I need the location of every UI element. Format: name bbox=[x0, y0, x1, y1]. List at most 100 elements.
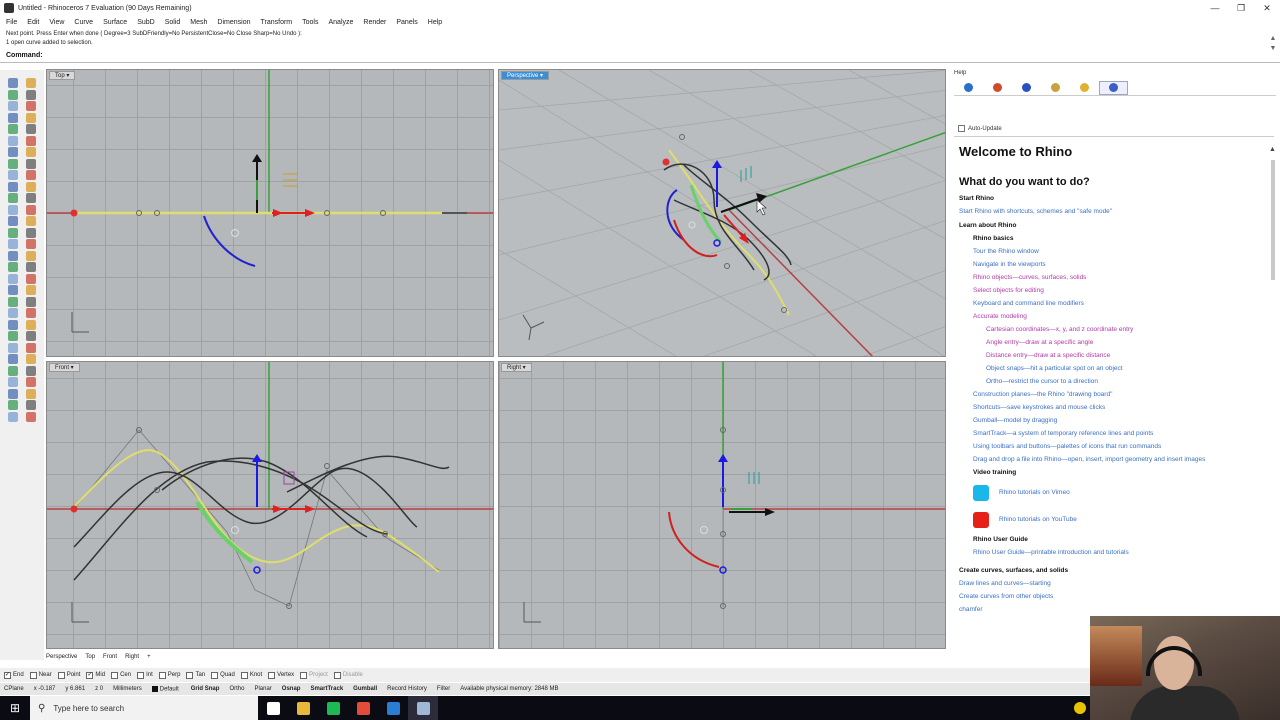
menu-item-render[interactable]: Render bbox=[363, 19, 386, 26]
menu-item-surface[interactable]: Surface bbox=[103, 19, 127, 26]
tray-notification-icon[interactable] bbox=[1074, 702, 1086, 714]
curve-start-point[interactable] bbox=[70, 209, 78, 217]
osnap-int[interactable]: Int bbox=[137, 671, 153, 679]
viewport-right[interactable]: Right ▾ bbox=[498, 361, 946, 649]
menu-item-dimension[interactable]: Dimension bbox=[217, 19, 250, 26]
tool-button[interactable] bbox=[26, 101, 36, 111]
menu-item-analyze[interactable]: Analyze bbox=[328, 19, 353, 26]
video-link[interactable]: Rhino tutorials on Vimeo bbox=[959, 479, 1269, 506]
help-link[interactable]: Create curves from other objects bbox=[959, 590, 1269, 603]
status-pane-available-physical-memory-2848-mb[interactable]: Available physical memory: 2848 MB bbox=[458, 686, 560, 692]
help-link[interactable]: Rhino objects—curves, surfaces, solids bbox=[959, 271, 1269, 284]
panel-tab[interactable] bbox=[1099, 80, 1128, 95]
menu-item-file[interactable]: File bbox=[6, 19, 17, 26]
osnap-checkbox[interactable] bbox=[333, 671, 341, 679]
tool-button[interactable] bbox=[8, 319, 18, 330]
tool-button[interactable] bbox=[26, 319, 36, 330]
tool-button[interactable] bbox=[26, 78, 36, 88]
control-point-selected[interactable] bbox=[253, 566, 261, 574]
panel-tab[interactable] bbox=[1041, 81, 1070, 95]
spotify-icon[interactable] bbox=[318, 696, 348, 720]
viewport-perspective[interactable]: Perspective ▾ bbox=[498, 69, 946, 357]
tool-button[interactable] bbox=[8, 250, 18, 261]
osnap-disable[interactable]: Disable bbox=[333, 671, 363, 679]
osnap-checkbox[interactable] bbox=[240, 671, 248, 679]
units[interactable]: Millimeters bbox=[113, 686, 142, 692]
layer-selector[interactable]: Default bbox=[151, 685, 179, 692]
task-view-icon[interactable] bbox=[258, 696, 288, 720]
tool-button[interactable] bbox=[8, 227, 18, 238]
help-link[interactable]: Distance entry—draw at a specific distan… bbox=[959, 349, 1269, 362]
help-link[interactable]: Accurate modeling bbox=[959, 310, 1269, 323]
tool-button[interactable] bbox=[8, 181, 18, 192]
status-pane-grid-snap[interactable]: Grid Snap bbox=[189, 686, 222, 692]
tool-button[interactable] bbox=[8, 101, 18, 111]
menu-item-panels[interactable]: Panels bbox=[396, 19, 417, 26]
status-pane-osnap[interactable]: Osnap bbox=[280, 686, 303, 692]
osnap-checkbox[interactable] bbox=[211, 671, 219, 679]
tool-button[interactable] bbox=[26, 365, 36, 376]
tool-button[interactable] bbox=[8, 388, 18, 399]
cplane-label[interactable]: CPlane bbox=[4, 686, 24, 692]
help-link[interactable]: Select objects for editing bbox=[959, 284, 1269, 297]
tool-button[interactable] bbox=[26, 170, 36, 180]
viewport-top[interactable]: Top ▾ bbox=[46, 69, 494, 357]
tool-button[interactable] bbox=[26, 400, 36, 410]
auto-update-checkbox[interactable] bbox=[958, 125, 965, 132]
panel-tab[interactable] bbox=[1070, 81, 1099, 95]
panel-tab[interactable] bbox=[954, 81, 983, 95]
help-link[interactable]: Rhino tutorials on Vimeo bbox=[999, 486, 1070, 499]
help-link[interactable]: Using toolbars and buttons—palettes of i… bbox=[959, 440, 1269, 453]
tool-button[interactable] bbox=[26, 204, 36, 215]
tool-button[interactable] bbox=[8, 135, 18, 146]
viewport-tab[interactable]: Right bbox=[125, 654, 139, 660]
curve-start-point[interactable] bbox=[70, 505, 78, 513]
viewport-title-perspective[interactable]: Perspective ▾ bbox=[501, 71, 550, 80]
help-link[interactable]: Ortho—restrict the cursor to a direction bbox=[959, 375, 1269, 388]
help-link[interactable]: Gumball—model by dragging bbox=[959, 414, 1269, 427]
tool-button[interactable] bbox=[8, 239, 18, 249]
tool-button[interactable] bbox=[8, 78, 18, 88]
menu-item-view[interactable]: View bbox=[49, 19, 64, 26]
scroll-down-icon[interactable]: ▼ bbox=[1268, 44, 1278, 54]
viewport-title-front[interactable]: Front ▾ bbox=[49, 363, 80, 372]
help-link[interactable]: Object snaps—hit a particular spot on an… bbox=[959, 362, 1269, 375]
tool-button[interactable] bbox=[26, 239, 36, 249]
help-link[interactable]: chamfer bbox=[959, 603, 1269, 616]
windows-start-icon[interactable]: ⊞ bbox=[0, 696, 30, 720]
menu-item-mesh[interactable]: Mesh bbox=[190, 19, 207, 26]
osnap-near[interactable]: Near bbox=[29, 671, 52, 679]
tool-button[interactable] bbox=[26, 112, 36, 123]
osnap-cen[interactable]: Cen bbox=[111, 671, 131, 679]
scroll-up-icon[interactable]: ▲ bbox=[1269, 146, 1276, 153]
status-pane-planar[interactable]: Planar bbox=[252, 686, 273, 692]
osnap-checkbox[interactable] bbox=[137, 671, 145, 679]
tool-button[interactable] bbox=[26, 193, 36, 203]
tool-button[interactable] bbox=[8, 342, 18, 353]
tool-button[interactable] bbox=[26, 135, 36, 146]
tool-button[interactable] bbox=[8, 89, 18, 100]
maximize-button[interactable]: ❐ bbox=[1228, 0, 1254, 16]
curve-start-point[interactable] bbox=[662, 158, 670, 166]
tool-button[interactable] bbox=[8, 411, 18, 422]
viewport-tab[interactable]: Top bbox=[85, 654, 95, 660]
tool-button[interactable] bbox=[26, 411, 36, 422]
help-link[interactable]: SmartTrack—a system of temporary referen… bbox=[959, 427, 1269, 440]
help-link[interactable]: Tour the Rhino window bbox=[959, 245, 1269, 258]
menu-item-transform[interactable]: Transform bbox=[261, 19, 293, 26]
tool-button[interactable] bbox=[26, 273, 36, 284]
menu-item-tools[interactable]: Tools bbox=[302, 19, 318, 26]
taskbar-search[interactable]: ⚲ Type here to search bbox=[30, 696, 258, 720]
tool-button[interactable] bbox=[8, 193, 18, 203]
osnap-project[interactable]: Project bbox=[300, 671, 328, 679]
tool-button[interactable] bbox=[26, 227, 36, 238]
tool-button[interactable] bbox=[26, 377, 36, 387]
help-link[interactable]: Navigate in the viewports bbox=[959, 258, 1269, 271]
tool-button[interactable] bbox=[8, 400, 18, 410]
osnap-checkbox[interactable] bbox=[158, 671, 166, 679]
tool-button[interactable] bbox=[8, 296, 18, 307]
help-link[interactable]: Construction planes—the Rhino "drawing b… bbox=[959, 388, 1269, 401]
tool-button[interactable] bbox=[26, 342, 36, 353]
osnap-perp[interactable]: Perp bbox=[158, 671, 180, 679]
tool-button[interactable] bbox=[8, 124, 18, 134]
